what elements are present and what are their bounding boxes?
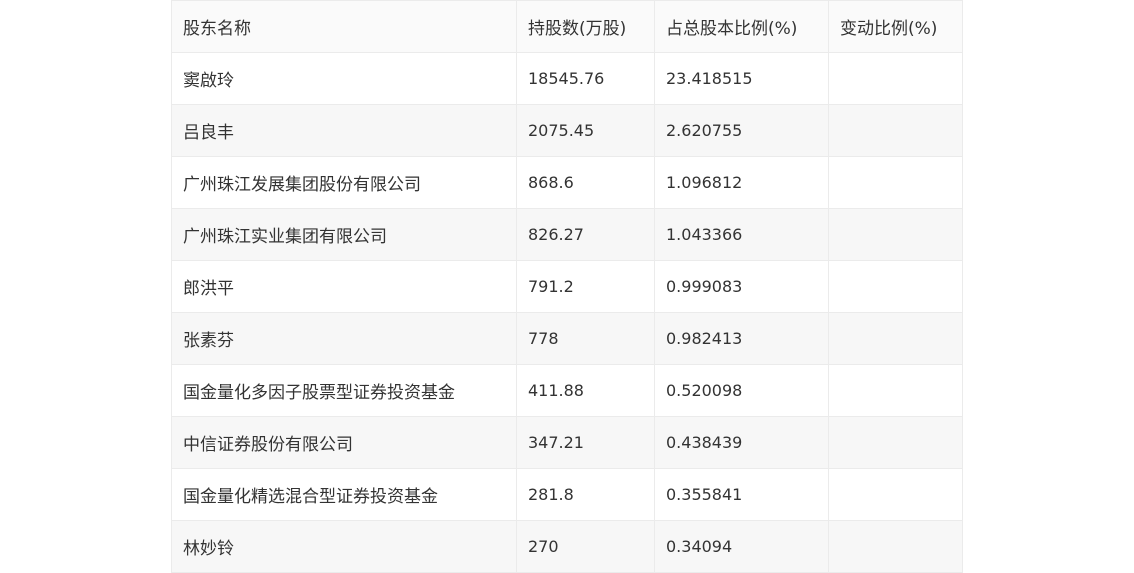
cell-change-ratio [828, 260, 963, 313]
cell-change-ratio [828, 208, 963, 261]
cell-shareholder-name: 张素芬 [171, 312, 517, 365]
cell-change-ratio [828, 364, 963, 417]
cell-change-ratio [828, 52, 963, 105]
shareholder-table: 股东名称 持股数(万股) 占总股本比例(%) 变动比例(%) 窦啟玲 18545… [171, 0, 963, 573]
cell-change-ratio [828, 156, 963, 209]
cell-change-ratio [828, 520, 963, 573]
table-row: 国金量化精选混合型证券投资基金 281.8 0.355841 [171, 468, 963, 521]
cell-shareholder-name: 窦啟玲 [171, 52, 517, 105]
cell-shares-held: 868.6 [516, 156, 655, 209]
cell-shareholder-name: 广州珠江发展集团股份有限公司 [171, 156, 517, 209]
cell-shares-held: 778 [516, 312, 655, 365]
header-shareholder-name: 股东名称 [171, 0, 517, 53]
table-row: 中信证券股份有限公司 347.21 0.438439 [171, 416, 963, 469]
cell-shares-held: 270 [516, 520, 655, 573]
table-row: 林妙铃 270 0.34094 [171, 520, 963, 573]
header-share-ratio: 占总股本比例(%) [654, 0, 829, 53]
header-shares-held: 持股数(万股) [516, 0, 655, 53]
table-header-row: 股东名称 持股数(万股) 占总股本比例(%) 变动比例(%) [171, 0, 963, 53]
cell-shares-held: 347.21 [516, 416, 655, 469]
cell-share-ratio: 2.620755 [654, 104, 829, 157]
cell-shareholder-name: 中信证券股份有限公司 [171, 416, 517, 469]
cell-share-ratio: 0.999083 [654, 260, 829, 313]
cell-share-ratio: 0.355841 [654, 468, 829, 521]
cell-shares-held: 791.2 [516, 260, 655, 313]
table-row: 郎洪平 791.2 0.999083 [171, 260, 963, 313]
cell-shareholder-name: 国金量化多因子股票型证券投资基金 [171, 364, 517, 417]
table-row: 窦啟玲 18545.76 23.418515 [171, 52, 963, 105]
cell-shares-held: 826.27 [516, 208, 655, 261]
shareholder-table-container: 股东名称 持股数(万股) 占总股本比例(%) 变动比例(%) 窦啟玲 18545… [171, 0, 963, 573]
cell-shares-held: 2075.45 [516, 104, 655, 157]
cell-shareholder-name: 国金量化精选混合型证券投资基金 [171, 468, 517, 521]
table-row: 广州珠江实业集团有限公司 826.27 1.043366 [171, 208, 963, 261]
header-change-ratio: 变动比例(%) [828, 0, 963, 53]
cell-share-ratio: 1.096812 [654, 156, 829, 209]
cell-shareholder-name: 吕良丰 [171, 104, 517, 157]
table-row: 国金量化多因子股票型证券投资基金 411.88 0.520098 [171, 364, 963, 417]
cell-share-ratio: 0.982413 [654, 312, 829, 365]
cell-change-ratio [828, 312, 963, 365]
cell-share-ratio: 23.418515 [654, 52, 829, 105]
cell-share-ratio: 0.34094 [654, 520, 829, 573]
cell-shareholder-name: 郎洪平 [171, 260, 517, 313]
cell-shares-held: 281.8 [516, 468, 655, 521]
table-row: 广州珠江发展集团股份有限公司 868.6 1.096812 [171, 156, 963, 209]
cell-shareholder-name: 广州珠江实业集团有限公司 [171, 208, 517, 261]
cell-share-ratio: 1.043366 [654, 208, 829, 261]
cell-share-ratio: 0.438439 [654, 416, 829, 469]
cell-change-ratio [828, 104, 963, 157]
table-row: 吕良丰 2075.45 2.620755 [171, 104, 963, 157]
cell-change-ratio [828, 416, 963, 469]
cell-shares-held: 411.88 [516, 364, 655, 417]
cell-shares-held: 18545.76 [516, 52, 655, 105]
cell-change-ratio [828, 468, 963, 521]
cell-shareholder-name: 林妙铃 [171, 520, 517, 573]
table-row: 张素芬 778 0.982413 [171, 312, 963, 365]
cell-share-ratio: 0.520098 [654, 364, 829, 417]
